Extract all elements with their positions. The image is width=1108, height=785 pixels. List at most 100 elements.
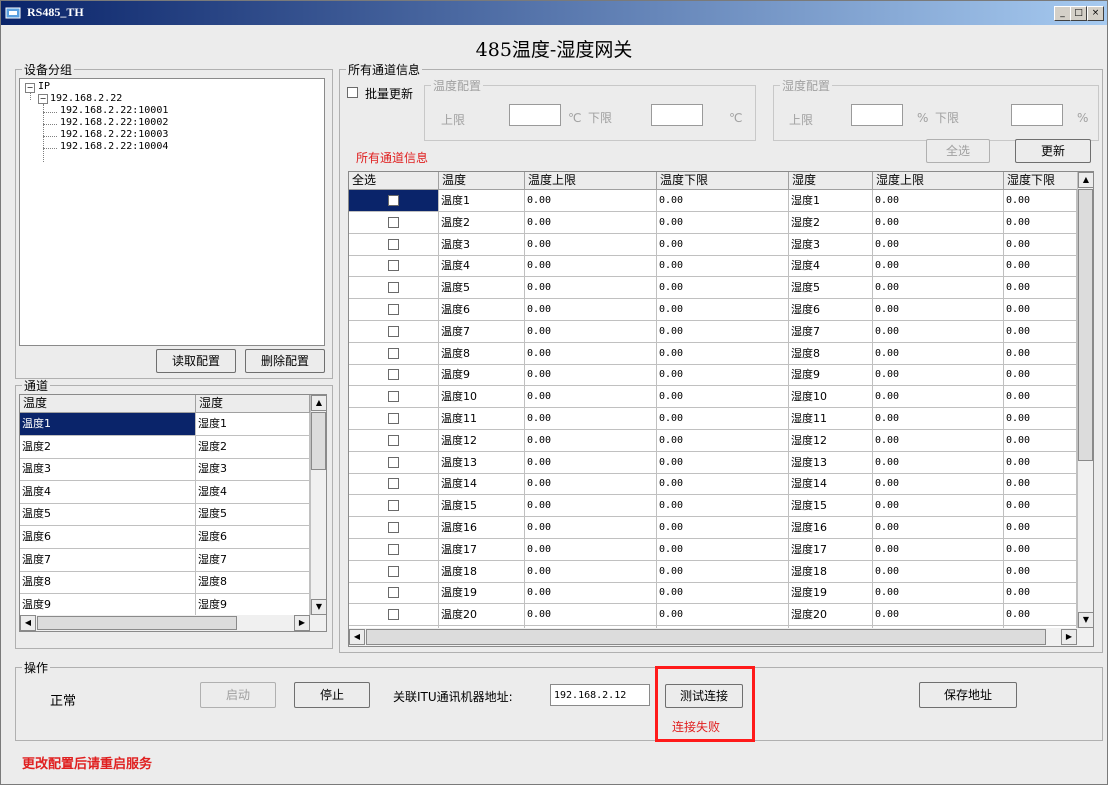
grid-cell-hum[interactable]: 湿度7 — [789, 320, 873, 343]
channel-cell-hum[interactable]: 湿度1 — [196, 413, 310, 436]
row-checkbox[interactable] — [388, 282, 399, 294]
grid-cell-temp[interactable]: 温度16 — [439, 517, 525, 539]
grid-cell-hum-lower[interactable]: 0.00 — [1004, 429, 1077, 452]
row-select-cell[interactable] — [349, 299, 439, 321]
row-select-cell[interactable] — [349, 364, 439, 387]
grid-cell-temp-lower[interactable]: 0.00 — [657, 604, 789, 627]
channel-cell-temp[interactable]: 温度5 — [20, 503, 196, 527]
row-select-cell[interactable] — [349, 429, 439, 452]
stop-button[interactable]: 停止 — [294, 682, 370, 708]
grid-cell-hum-lower[interactable]: 0.00 — [1004, 473, 1077, 496]
scroll-down-icon[interactable]: ▼ — [1078, 612, 1093, 628]
row-select-cell[interactable] — [349, 408, 439, 430]
grid-cell-temp-lower[interactable]: 0.00 — [657, 342, 789, 365]
grid-header-temp-upper[interactable]: 温度上限 — [525, 172, 657, 190]
row-checkbox[interactable] — [388, 522, 399, 533]
row-checkbox[interactable] — [388, 260, 399, 272]
grid-cell-temp-upper[interactable]: 0.00 — [525, 386, 657, 409]
temp-upper-input[interactable] — [509, 104, 561, 126]
grid-cell-hum[interactable]: 湿度14 — [789, 473, 873, 496]
grid-cell-hum[interactable]: 湿度8 — [789, 342, 873, 365]
grid-cell-temp-upper[interactable]: 0.00 — [525, 255, 657, 278]
channel-cell-temp[interactable]: 温度6 — [20, 526, 196, 549]
channel-cell-temp[interactable]: 温度4 — [20, 480, 196, 504]
close-button[interactable]: × — [1087, 6, 1104, 21]
grid-cell-hum-lower[interactable]: 0.00 — [1004, 495, 1077, 518]
grid-cell-hum-upper[interactable]: 0.00 — [873, 429, 1004, 452]
channel-info-grid[interactable]: 全选 温度 温度上限 温度下限 湿度 湿度上限 湿度下限 温度1 0.00 0.00… — [348, 171, 1094, 647]
tree-node-port[interactable]: 192.168.2.22:10004 — [60, 141, 168, 152]
select-all-button[interactable]: 全选 — [926, 139, 990, 163]
grid-cell-hum[interactable]: 湿度19 — [789, 582, 873, 605]
row-checkbox[interactable] — [388, 347, 399, 359]
row-select-cell[interactable] — [349, 190, 439, 212]
device-tree[interactable]: − IP − 192.168.2.22 192.168.2.22:10001 1… — [19, 78, 325, 346]
grid-cell-temp-lower[interactable]: 0.00 — [657, 429, 789, 452]
grid-cell-temp[interactable]: 温度7 — [439, 320, 525, 343]
grid-cell-temp-upper[interactable]: 0.00 — [525, 190, 657, 212]
hum-lower-input[interactable] — [1011, 104, 1063, 126]
grid-cell-hum-upper[interactable]: 0.00 — [873, 495, 1004, 518]
grid-cell-hum-upper[interactable]: 0.00 — [873, 538, 1004, 561]
grid-cell-hum-upper[interactable]: 0.00 — [873, 320, 1004, 343]
grid-cell-temp-lower[interactable]: 0.00 — [657, 582, 789, 605]
row-select-cell[interactable] — [349, 538, 439, 561]
title-bar[interactable]: RS485_TH _ □ × — [1, 1, 1107, 25]
grid-cell-hum[interactable]: 湿度5 — [789, 277, 873, 300]
tree-node-port[interactable]: 192.168.2.22:10002 — [60, 117, 168, 128]
row-checkbox[interactable] — [388, 434, 399, 446]
row-checkbox[interactable] — [388, 369, 399, 381]
grid-cell-temp[interactable]: 温度1 — [439, 190, 525, 212]
scroll-up-icon[interactable]: ▲ — [1078, 172, 1093, 188]
tree-node-host[interactable]: 192.168.2.22 — [50, 93, 122, 104]
save-address-button[interactable]: 保存地址 — [919, 682, 1017, 708]
grid-cell-hum-lower[interactable]: 0.00 — [1004, 190, 1077, 212]
row-select-cell[interactable] — [349, 582, 439, 605]
collapse-icon[interactable]: − — [25, 83, 35, 93]
grid-cell-temp[interactable]: 温度4 — [439, 255, 525, 278]
grid-cell-hum-upper[interactable]: 0.00 — [873, 255, 1004, 278]
grid-cell-hum-lower[interactable]: 0.00 — [1004, 255, 1077, 278]
grid-header-temp[interactable]: 温度 — [439, 172, 525, 190]
grid-header-hum[interactable]: 湿度 — [789, 172, 873, 190]
grid-cell-hum[interactable]: 湿度11 — [789, 408, 873, 430]
channel-cell-hum[interactable]: 湿度9 — [196, 593, 310, 617]
grid-cell-temp-lower[interactable]: 0.00 — [657, 364, 789, 387]
channel-cell-temp[interactable]: 温度1 — [20, 413, 196, 436]
row-checkbox[interactable] — [388, 565, 399, 577]
grid-cell-hum-upper[interactable]: 0.00 — [873, 408, 1004, 430]
grid-cell-temp-upper[interactable]: 0.00 — [525, 604, 657, 627]
channel-header-temp[interactable]: 温度 — [20, 395, 196, 413]
grid-cell-hum-upper[interactable]: 0.00 — [873, 560, 1004, 583]
grid-cell-hum-lower[interactable]: 0.00 — [1004, 451, 1077, 474]
grid-cell-hum[interactable]: 湿度3 — [789, 233, 873, 256]
row-checkbox[interactable] — [388, 238, 399, 250]
grid-cell-hum-lower[interactable]: 0.00 — [1004, 604, 1077, 627]
grid-cell-temp-upper[interactable]: 0.00 — [525, 495, 657, 518]
grid-cell-hum-upper[interactable]: 0.00 — [873, 386, 1004, 409]
grid-cell-hum-lower[interactable]: 0.00 — [1004, 538, 1077, 561]
grid-cell-temp-lower[interactable]: 0.00 — [657, 473, 789, 496]
grid-cell-temp-upper[interactable]: 0.00 — [525, 320, 657, 343]
grid-cell-temp-upper[interactable]: 0.00 — [525, 408, 657, 430]
grid-cell-hum-upper[interactable]: 0.00 — [873, 473, 1004, 496]
read-config-button[interactable]: 读取配置 — [156, 349, 236, 373]
grid-cell-temp-lower[interactable]: 0.00 — [657, 299, 789, 321]
row-select-cell[interactable] — [349, 233, 439, 256]
grid-cell-temp-upper[interactable]: 0.00 — [525, 429, 657, 452]
grid-cell-temp[interactable]: 温度13 — [439, 451, 525, 474]
grid-cell-hum-upper[interactable]: 0.00 — [873, 299, 1004, 321]
scroll-thumb[interactable] — [37, 616, 237, 630]
grid-header-select[interactable]: 全选 — [349, 172, 439, 190]
scroll-thumb[interactable] — [366, 629, 1046, 645]
grid-cell-hum-lower[interactable]: 0.00 — [1004, 386, 1077, 409]
grid-cell-hum[interactable]: 湿度20 — [789, 604, 873, 627]
grid-cell-temp-upper[interactable]: 0.00 — [525, 211, 657, 234]
grid-cell-temp-lower[interactable]: 0.00 — [657, 517, 789, 539]
grid-cell-temp-upper[interactable]: 0.00 — [525, 277, 657, 300]
grid-cell-temp-lower[interactable]: 0.00 — [657, 277, 789, 300]
grid-cell-hum-upper[interactable]: 0.00 — [873, 364, 1004, 387]
grid-cell-hum[interactable]: 湿度4 — [789, 255, 873, 278]
grid-cell-hum-upper[interactable]: 0.00 — [873, 277, 1004, 300]
grid-cell-temp-lower[interactable]: 0.00 — [657, 495, 789, 518]
